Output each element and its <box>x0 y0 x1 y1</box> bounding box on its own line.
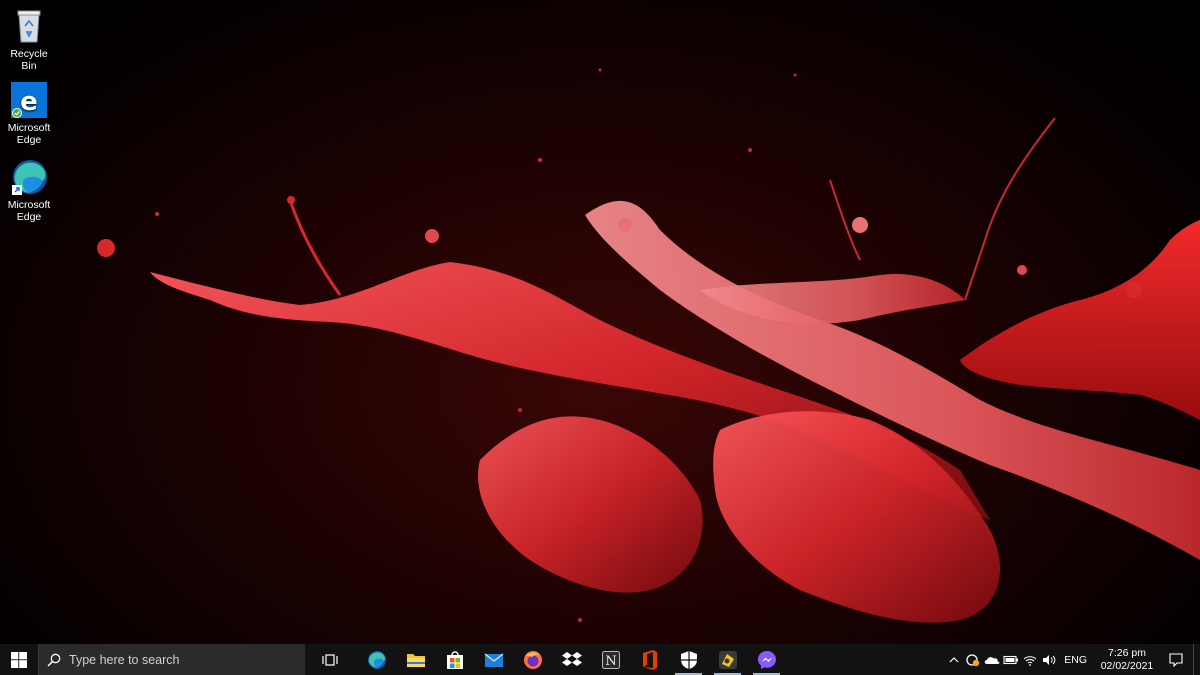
taskbar-app-yellow[interactable] <box>708 644 747 675</box>
language-indicator[interactable]: ENG <box>1058 654 1095 666</box>
clock-date: 02/02/2021 <box>1100 659 1154 672</box>
svg-text:e: e <box>20 87 38 117</box>
desktop[interactable]: Recycle Bin e Microsoft Edge Microsoft E… <box>0 0 1200 644</box>
svg-text:N: N <box>605 654 616 669</box>
security-tray-icon[interactable] <box>963 644 982 675</box>
windows-logo-icon <box>11 651 27 668</box>
volume-icon[interactable] <box>1039 644 1058 675</box>
edge-chromium-icon <box>9 157 49 197</box>
office-icon <box>642 649 657 670</box>
edge-icon <box>367 650 386 669</box>
show-desktop-button[interactable] <box>1193 644 1200 675</box>
taskbar-app-edge[interactable] <box>357 644 396 675</box>
taskbar: Type here to search N ENG 7:26 pm 02/02/… <box>0 644 1200 675</box>
taskbar-app-office[interactable] <box>630 644 669 675</box>
onedrive-icon[interactable] <box>982 644 1001 675</box>
taskbar-app-notion[interactable]: N <box>591 644 630 675</box>
yellow-app-icon <box>718 650 737 669</box>
taskbar-app-file-explorer[interactable] <box>396 644 435 675</box>
search-icon <box>39 653 69 667</box>
desktop-icon-label: Microsoft Edge <box>7 199 51 223</box>
desktop-icon-label: Microsoft Edge <box>7 122 51 146</box>
task-view-button[interactable] <box>311 644 349 675</box>
taskbar-app-messenger[interactable] <box>747 644 786 675</box>
battery-icon[interactable] <box>1001 644 1020 675</box>
taskbar-app-dropbox[interactable] <box>552 644 591 675</box>
firefox-icon <box>523 650 542 669</box>
recycle-bin-icon <box>9 6 49 46</box>
task-view-icon <box>322 653 338 666</box>
wifi-icon[interactable] <box>1020 644 1039 675</box>
taskbar-app-mail[interactable] <box>474 644 513 675</box>
edge-legacy-icon: e <box>9 80 49 120</box>
system-tray: ENG 7:26 pm 02/02/2021 <box>944 644 1200 675</box>
messenger-icon <box>757 650 776 669</box>
notion-icon: N <box>601 650 620 669</box>
clock[interactable]: 7:26 pm 02/02/2021 <box>1095 647 1159 673</box>
shield-icon <box>680 650 697 669</box>
desktop-icon-label: Recycle Bin <box>10 48 48 72</box>
store-icon <box>446 650 463 669</box>
notification-icon <box>1169 652 1183 667</box>
taskbar-app-firefox[interactable] <box>513 644 552 675</box>
search-placeholder: Type here to search <box>69 652 180 667</box>
desktop-icon-edge-legacy[interactable]: e Microsoft Edge <box>2 80 56 146</box>
desktop-icon-recycle-bin[interactable]: Recycle Bin <box>2 6 56 72</box>
folder-icon <box>406 653 425 667</box>
clock-time: 7:26 pm <box>1108 646 1146 659</box>
dropbox-icon <box>561 651 582 666</box>
start-button[interactable] <box>0 644 38 675</box>
search-box[interactable]: Type here to search <box>38 644 305 675</box>
desktop-icon-edge-chromium[interactable]: Microsoft Edge <box>2 157 56 223</box>
notification-button[interactable] <box>1159 644 1193 675</box>
chevron-up-icon[interactable] <box>944 644 963 675</box>
wallpaper-paint-splash <box>97 68 1200 623</box>
taskbar-app-store[interactable] <box>435 644 474 675</box>
mail-icon <box>484 652 503 667</box>
taskbar-app-windows-security[interactable] <box>669 644 708 675</box>
